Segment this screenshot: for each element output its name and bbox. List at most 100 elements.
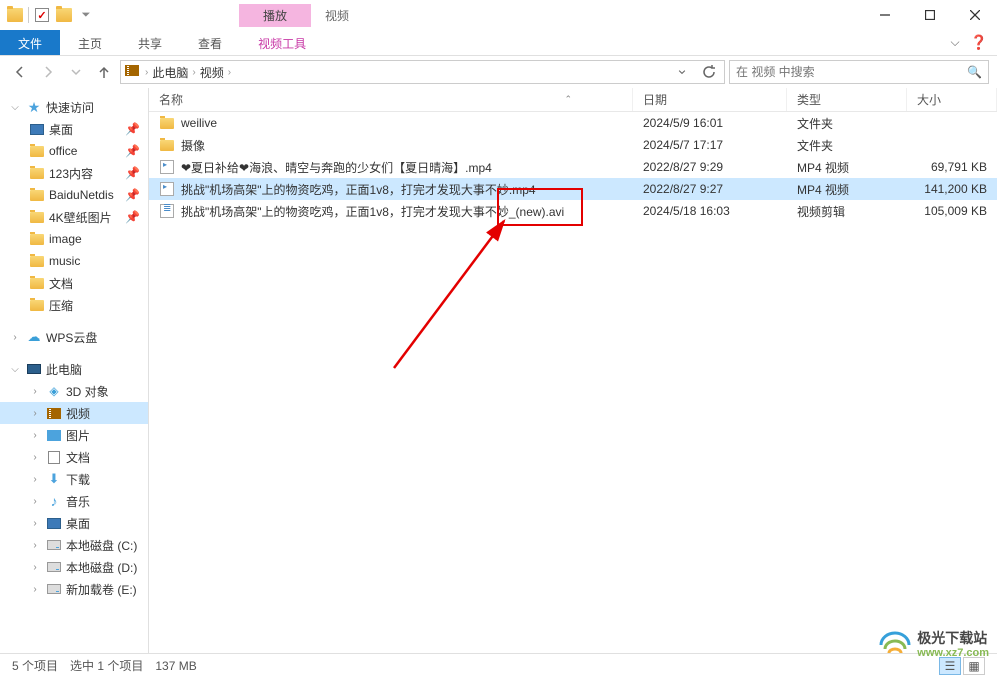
folder-icon[interactable]	[6, 6, 24, 24]
ribbon-tabs: 文件 主页 共享 查看 视频工具 ⌵ ❓	[0, 30, 997, 56]
sidebar-item-drive-c[interactable]: ›本地磁盘 (C:)	[0, 534, 148, 556]
tab-home[interactable]: 主页	[60, 30, 120, 55]
quick-access[interactable]: ⌵★ 快速访问	[0, 96, 148, 118]
icons-view-button[interactable]: ▦	[963, 657, 985, 675]
sidebar-item-pictures[interactable]: ›图片	[0, 424, 148, 446]
search-input[interactable]	[736, 65, 967, 79]
file-row[interactable]: 挑战"机场高架"上的物资吃鸡，正面1v8，打完才发现大事不妙_(new).avi…	[149, 200, 997, 222]
sidebar-wps-cloud[interactable]: ›☁WPS云盘	[0, 326, 148, 348]
up-button[interactable]	[92, 60, 116, 84]
maximize-button[interactable]	[907, 0, 952, 30]
refresh-button[interactable]	[698, 61, 720, 83]
window-controls	[862, 0, 997, 30]
desktop-icon	[28, 121, 46, 137]
close-button[interactable]	[952, 0, 997, 30]
sidebar-item[interactable]: 文档	[0, 272, 148, 294]
overflow-icon[interactable]: ⏷	[77, 6, 95, 24]
sidebar-item[interactable]: music	[0, 250, 148, 272]
picture-icon	[45, 427, 63, 443]
search-icon[interactable]: 🔍	[967, 65, 982, 79]
title-bar: ✓ ⏷ 播放 视频	[0, 0, 997, 30]
pin-icon: 📌	[125, 144, 140, 158]
drive-icon	[45, 559, 63, 575]
help-icon[interactable]: ❓	[967, 30, 991, 55]
monitor-icon	[25, 361, 43, 377]
column-header-type[interactable]: 类型	[787, 88, 907, 111]
sort-ascending-icon: ⌃	[564, 94, 572, 105]
minimize-button[interactable]	[862, 0, 907, 30]
tab-file[interactable]: 文件	[0, 30, 60, 55]
column-header-date[interactable]: 日期	[633, 88, 787, 111]
folder-icon	[28, 143, 46, 159]
sidebar-item-documents[interactable]: ›文档	[0, 446, 148, 468]
search-box[interactable]: 🔍	[729, 60, 989, 84]
music-icon: ♪	[45, 493, 63, 509]
sidebar-item[interactable]: 压缩	[0, 294, 148, 316]
sidebar-item[interactable]: image	[0, 228, 148, 250]
file-row[interactable]: 挑战"机场高架"上的物资吃鸡，正面1v8，打完才发现大事不妙.mp4 2022/…	[149, 178, 997, 200]
file-row[interactable]: 摄像 2024/5/7 17:17 文件夹	[149, 134, 997, 156]
navigation-pane[interactable]: ⌵★ 快速访问 桌面📌 office📌 123内容📌 BaiduNetdis📌 …	[0, 88, 149, 653]
breadcrumb-item[interactable]: 视频	[200, 64, 224, 81]
file-list-area: 名称⌃ 日期 类型 大小 weilive 2024/5/9 16:01 文件夹 …	[149, 88, 997, 653]
sidebar-item[interactable]: 123内容📌	[0, 162, 148, 184]
pin-icon: 📌	[125, 122, 140, 136]
folder-icon	[28, 187, 46, 203]
file-row[interactable]: ❤夏日补给❤海浪、晴空与奔跑的少女们【夏日晴海】.mp4 2022/8/27 9…	[149, 156, 997, 178]
address-box[interactable]: › 此电脑 › 视频 ›	[120, 60, 725, 84]
video-file-icon	[159, 203, 175, 219]
sidebar-item[interactable]: BaiduNetdis📌	[0, 184, 148, 206]
pin-icon: 📌	[125, 188, 140, 202]
star-icon: ★	[25, 99, 43, 115]
video-folder-icon	[125, 65, 139, 79]
sidebar-item-office[interactable]: office📌	[0, 140, 148, 162]
folder-icon	[28, 231, 46, 247]
title-text: 视频	[311, 3, 363, 28]
status-selected-size: 137 MB	[155, 659, 196, 673]
details-view-button[interactable]: ☰	[939, 657, 961, 675]
video-icon	[45, 405, 63, 421]
forward-button[interactable]	[36, 60, 60, 84]
sidebar-item-drive-d[interactable]: ›本地磁盘 (D:)	[0, 556, 148, 578]
sidebar-item[interactable]: 4K壁纸图片📌	[0, 206, 148, 228]
breadcrumb-item[interactable]: 此电脑	[152, 64, 188, 81]
tab-video-tools[interactable]: 视频工具	[240, 30, 324, 55]
collapse-ribbon-icon[interactable]: ⌵	[943, 30, 967, 55]
download-icon: ⬇	[45, 471, 63, 487]
sidebar-item-downloads[interactable]: ›⬇下载	[0, 468, 148, 490]
drive-icon	[45, 581, 63, 597]
sidebar-item-3d[interactable]: ›◈3D 对象	[0, 380, 148, 402]
folder-icon	[159, 115, 175, 131]
sidebar-item-video[interactable]: ›视频	[0, 402, 148, 424]
folder-icon	[28, 209, 46, 225]
column-header-size[interactable]: 大小	[907, 88, 997, 111]
address-dropdown-icon[interactable]	[670, 60, 694, 84]
recent-dropdown[interactable]	[64, 60, 88, 84]
back-button[interactable]	[8, 60, 32, 84]
checkbox-icon[interactable]: ✓	[33, 6, 51, 24]
sidebar-item-desktop-2[interactable]: ›桌面	[0, 512, 148, 534]
status-selected-count: 选中 1 个项目	[70, 657, 143, 674]
view-mode-buttons: ☰ ▦	[939, 657, 985, 675]
folder-icon	[28, 275, 46, 291]
sidebar-item-music[interactable]: ›♪音乐	[0, 490, 148, 512]
mp4-icon	[159, 181, 175, 197]
column-header-name[interactable]: 名称⌃	[149, 88, 633, 111]
folder-icon	[28, 165, 46, 181]
play-context-tab: 播放	[239, 4, 311, 27]
watermark-title: 极光下载站	[917, 631, 989, 646]
pin-icon: 📌	[125, 210, 140, 224]
file-row[interactable]: weilive 2024/5/9 16:01 文件夹	[149, 112, 997, 134]
tab-share[interactable]: 共享	[120, 30, 180, 55]
breadcrumb: › 此电脑 › 视频 ›	[143, 64, 233, 81]
sidebar-item-desktop[interactable]: 桌面📌	[0, 118, 148, 140]
sidebar-item-drive-e[interactable]: ›新加载卷 (E:)	[0, 578, 148, 600]
tab-view[interactable]: 查看	[180, 30, 240, 55]
sidebar-this-pc[interactable]: ⌵此电脑	[0, 358, 148, 380]
folder-icon-2[interactable]	[55, 6, 73, 24]
watermark-logo	[879, 631, 911, 659]
folder-icon	[28, 253, 46, 269]
status-bar: 5 个项目 选中 1 个项目 137 MB ☰ ▦	[0, 653, 997, 677]
file-rows: weilive 2024/5/9 16:01 文件夹 摄像 2024/5/7 1…	[149, 112, 997, 653]
cube-icon: ◈	[45, 383, 63, 399]
